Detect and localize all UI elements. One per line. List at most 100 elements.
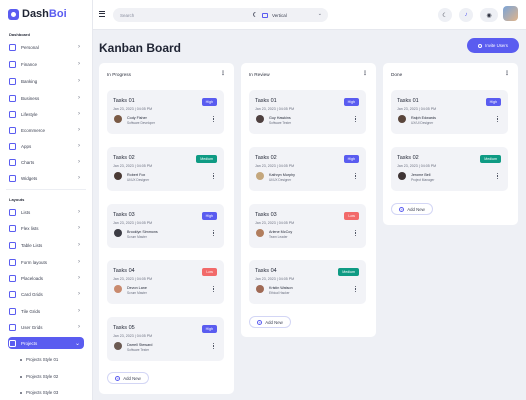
assignee-role: Scrum Master — [127, 291, 147, 295]
sidebar-item-ecommerce[interactable]: Ecommerce › — [9, 124, 84, 136]
sidebar-item-form-layouts[interactable]: Form layouts › — [9, 256, 84, 268]
kanban-column-in-progress: In Progress ⋮ Tasks 01 Jan 23, 2023 | 04… — [99, 63, 234, 394]
task-card[interactable]: Tasks 01 Jan 23, 2023 | 04:05 PM High Ra… — [391, 90, 508, 134]
task-card[interactable]: Tasks 03 Jan 23, 2023 | 04:05 PM High Br… — [107, 204, 224, 248]
list-icon — [9, 208, 16, 216]
sidebar-item-lists[interactable]: Lists › — [9, 206, 84, 218]
search-input[interactable]: Search — [113, 8, 265, 22]
chevron-right-icon: › — [78, 143, 80, 149]
sidebar-item-label: Finance — [21, 61, 38, 67]
more-vertical-icon[interactable] — [213, 230, 215, 237]
topbar: Search Vertical ⌄ ☾ ♪ ◉ — [93, 0, 526, 30]
more-vertical-icon[interactable]: ⋮ — [362, 70, 368, 77]
task-date: Jan 23, 2023 | 04:05 PM — [397, 164, 437, 168]
sidebar-item-table-lists[interactable]: Table Lists › — [9, 239, 84, 251]
sidebar-subitem-projects-style-02[interactable]: Projects Style 02 — [20, 374, 58, 379]
sidebar-item-user-grids[interactable]: User Grids › — [9, 321, 84, 333]
priority-badge: High — [201, 325, 217, 333]
more-vertical-icon[interactable] — [355, 116, 357, 123]
assignee-role: UI/UX Designer — [127, 178, 150, 182]
assignee-name: Devon Lane — [127, 286, 147, 290]
task-card[interactable]: Tasks 04 Jan 23, 2023 | 04:05 PM Medium … — [249, 260, 366, 304]
sidebar-subitem-projects-style-01[interactable]: Projects Style 01 — [20, 357, 58, 362]
notifications-button[interactable]: ♪ — [459, 8, 473, 22]
more-vertical-icon[interactable] — [355, 173, 357, 180]
app-logo[interactable]: DashBoi — [8, 7, 67, 21]
more-vertical-icon[interactable] — [213, 343, 215, 350]
invite-users-button[interactable]: Invite Users — [467, 38, 519, 53]
task-card[interactable]: Tasks 03 Jan 23, 2023 | 04:05 PM Low Arl… — [249, 204, 366, 248]
more-vertical-icon[interactable] — [355, 230, 357, 237]
chevron-right-icon: › — [78, 44, 80, 50]
more-vertical-icon[interactable] — [355, 286, 357, 293]
column-title: In Progress — [107, 72, 131, 77]
assignee-role: UX/UI Designer — [411, 121, 434, 125]
sidebar-item-apps[interactable]: Apps › — [9, 140, 84, 152]
more-vertical-icon[interactable]: ⋮ — [504, 70, 510, 77]
apps-icon — [9, 142, 16, 150]
sidebar-item-business[interactable]: Business › — [9, 92, 84, 104]
sidebar-item-projects[interactable]: Projects ⌄ — [8, 337, 84, 349]
add-new-button[interactable]: + Add New — [107, 372, 149, 384]
task-card[interactable]: Tasks 01 Jan 23, 2023 | 04:05 PM High Gu… — [249, 90, 366, 134]
sidebar-item-placeloads[interactable]: Placeloads › — [9, 272, 84, 284]
dark-mode-toggle[interactable]: ☾ — [438, 8, 452, 22]
form-icon — [9, 258, 16, 266]
task-card[interactable]: Tasks 04 Jan 23, 2023 | 04:05 PM Low Dev… — [107, 260, 224, 304]
sidebar-item-banking[interactable]: Banking › — [9, 75, 84, 87]
sidebar-item-label: Banking — [21, 78, 38, 84]
add-new-button[interactable]: + Add New — [249, 316, 291, 328]
heart-icon — [9, 110, 16, 118]
sidebar-item-label: Charts — [21, 159, 35, 165]
priority-badge: Low — [344, 212, 359, 220]
sidebar-item-tile-grids[interactable]: Tile Grids › — [9, 305, 84, 317]
task-date: Jan 23, 2023 | 04:05 PM — [113, 334, 153, 338]
avatar — [256, 285, 264, 293]
language-button[interactable]: ◉ — [480, 8, 498, 22]
layout-select[interactable]: Vertical ⌄ — [255, 8, 328, 22]
add-new-button[interactable]: + Add New — [391, 203, 433, 215]
sidebar-item-card-grids[interactable]: Card Grids › — [9, 288, 84, 300]
task-card[interactable]: Tasks 05 Jan 23, 2023 | 04:05 PM High Da… — [107, 317, 224, 361]
assignee-name: Ralph Edwards — [411, 116, 437, 120]
sidebar-item-widgets[interactable]: Widgets › — [9, 172, 84, 184]
task-card[interactable]: Tasks 02 Jan 23, 2023 | 04:05 PM Medium … — [391, 147, 508, 191]
task-card[interactable]: Tasks 01 Jan 23, 2023 | 04:05 PM High Co… — [107, 90, 224, 134]
sidebar-item-flex-lists[interactable]: Flex lists › — [9, 222, 84, 234]
chevron-right-icon: › — [78, 275, 80, 281]
more-vertical-icon[interactable] — [213, 116, 215, 123]
more-vertical-icon[interactable]: ⋮ — [220, 70, 226, 77]
user-avatar[interactable] — [503, 6, 518, 21]
task-card[interactable]: Tasks 02 Jan 23, 2023 | 04:05 PM Medium … — [107, 147, 224, 191]
assignee-name: Robert Fox — [127, 173, 146, 177]
priority-badge: Medium — [338, 268, 359, 276]
avatar — [114, 229, 122, 237]
avatar — [256, 229, 264, 237]
sidebar-item-charts[interactable]: Charts › — [9, 156, 84, 168]
chevron-right-icon: › — [78, 61, 80, 67]
menu-toggle-icon[interactable] — [99, 11, 105, 18]
bullet-icon — [20, 391, 22, 394]
user-icon — [9, 43, 16, 51]
task-title: Tasks 04 — [113, 268, 135, 274]
task-card[interactable]: Tasks 02 Jan 23, 2023 | 04:05 PM High Ka… — [249, 147, 366, 191]
plus-icon: + — [115, 375, 121, 381]
sidebar-item-finance[interactable]: Finance › — [9, 58, 84, 70]
priority-badge: High — [343, 98, 359, 106]
more-vertical-icon[interactable] — [213, 286, 215, 293]
sidebar-item-lifestyle[interactable]: Lifestyle › — [9, 108, 84, 120]
sidebar-item-personal[interactable]: Personal › — [9, 41, 84, 53]
more-vertical-icon[interactable] — [497, 173, 499, 180]
sidebar-subitem-projects-style-03[interactable]: Projects Style 03 — [20, 390, 58, 395]
assignee-role: Ethical Hacker — [269, 291, 290, 295]
logo-text: DashBoi — [22, 8, 67, 20]
sidebar-subitem-label: Projects Style 03 — [26, 390, 59, 395]
kanban-column-in-review: In Review ⋮ Tasks 01 Jan 23, 2023 | 04:0… — [241, 63, 376, 337]
chevron-right-icon: › — [78, 175, 80, 181]
assignee-role: Software Tester — [127, 348, 150, 352]
column-title: In Review — [249, 72, 270, 77]
sidebar-item-label: Lists — [21, 209, 31, 215]
task-title: Tasks 03 — [255, 212, 277, 218]
more-vertical-icon[interactable] — [213, 173, 215, 180]
more-vertical-icon[interactable] — [497, 116, 499, 123]
